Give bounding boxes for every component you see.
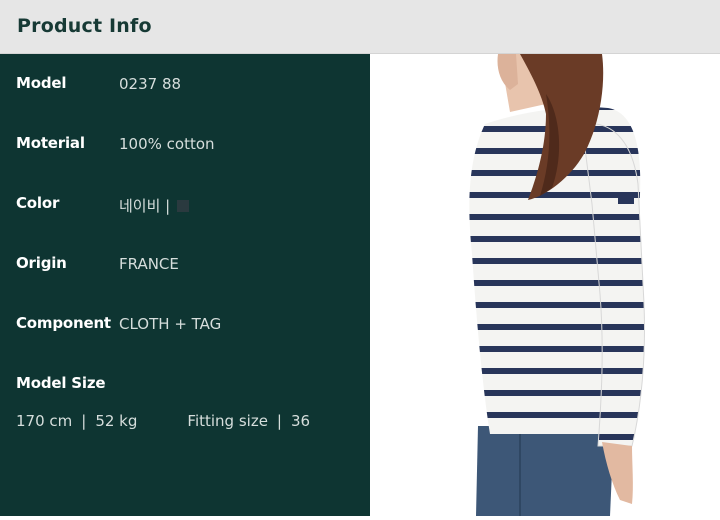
material-label: Moterial [16,134,85,152]
model-value: 0237 88 [119,75,182,93]
color-label: Color [16,194,60,212]
model-size-label: Model Size [16,374,106,392]
model-size-values: 170 cm | 52 kg Fitting size | 36 [16,412,356,430]
page-title: Product Info [17,15,152,37]
separator: | [81,412,87,430]
fitting-size-value: 36 [290,412,311,430]
info-row-model: Model 0237 88 [0,74,370,98]
info-row-model-size: Model Size [0,374,370,398]
component-value: CLOTH + TAG [119,315,222,333]
separator: | [276,412,282,430]
fitting-size-label: Fitting size [187,412,268,430]
model-weight: 52 kg [95,412,138,430]
origin-value: FRANCE [119,255,179,273]
model-label: Model [16,74,67,92]
info-row-color: Color 네이비 | [0,194,370,218]
product-info-header: Product Info [0,0,720,54]
model-height: 170 cm [16,412,73,430]
color-swatch [177,200,190,212]
model-photo-illustration [469,54,645,516]
info-row-material: Moterial 100% cotton [0,134,370,158]
info-panel: Model 0237 88 Moterial 100% cotton Color… [0,54,370,516]
info-row-component: Component CLOTH + TAG [0,314,370,338]
component-label: Component [16,314,111,332]
info-row-origin: Origin FRANCE [0,254,370,278]
color-value: 네이비 | [119,197,171,215]
product-photo [370,54,720,516]
material-value: 100% cotton [119,135,215,153]
color-value-wrap: 네이비 | [119,195,190,216]
origin-label: Origin [16,254,67,272]
